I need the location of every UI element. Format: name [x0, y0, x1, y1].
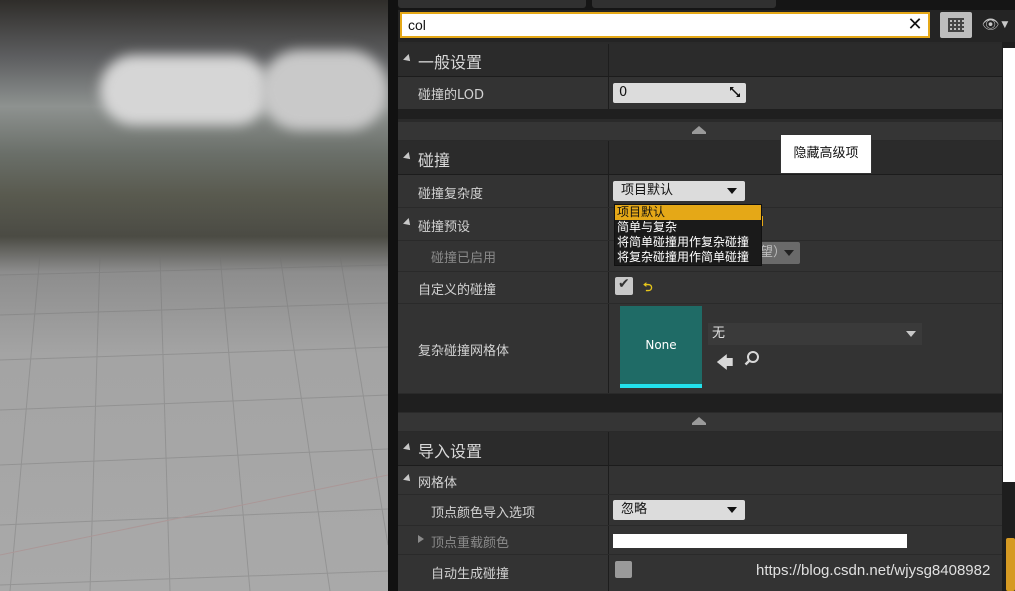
- view-options-button[interactable]: 👁 ▼: [976, 12, 1014, 38]
- tab-details[interactable]: [398, 0, 586, 8]
- viewport-car-left: [100, 55, 270, 125]
- column-splitter[interactable]: [608, 208, 609, 240]
- collision-complexity-dropdown: 项目默认 简单与复杂 将简单碰撞用作复杂碰撞 将复杂碰撞用作简单碰撞: [614, 204, 762, 266]
- thumbnail-label: None: [645, 338, 677, 352]
- category-label: 碰撞: [418, 151, 451, 170]
- property-label: 复杂碰撞网格体: [418, 344, 510, 359]
- scrollbar-thumb[interactable]: [1003, 48, 1015, 482]
- property-row-vertex-color-import: 顶点颜色导入选项 忽略: [398, 495, 1002, 525]
- search-input[interactable]: [408, 16, 888, 34]
- category-general[interactable]: 一般设置: [398, 44, 1002, 77]
- column-splitter[interactable]: [608, 141, 609, 174]
- column-splitter[interactable]: [608, 241, 609, 271]
- expand-advanced-icon: [692, 126, 706, 134]
- combo-value: 无: [712, 326, 726, 341]
- section-gap: [398, 109, 1002, 119]
- expand-advanced-icon: [692, 417, 706, 425]
- dropdown-option[interactable]: 将复杂碰撞用作简单碰撞: [615, 250, 761, 265]
- column-splitter[interactable]: [608, 495, 609, 525]
- custom-collision-checkbox[interactable]: [615, 276, 633, 295]
- property-matrix-button[interactable]: [940, 12, 972, 38]
- collapse-triangle-icon[interactable]: [403, 218, 413, 228]
- property-row-collision-complexity: 碰撞复杂度 项目默认: [398, 175, 1002, 207]
- chevron-down-icon: [784, 250, 794, 256]
- category-label: 导入设置: [418, 442, 483, 461]
- collision-complexity-combo[interactable]: 项目默认: [613, 181, 745, 201]
- search-box[interactable]: ✕: [400, 12, 930, 38]
- column-splitter[interactable]: [608, 432, 609, 465]
- vertex-override-color-swatch[interactable]: [613, 534, 907, 548]
- tab-world[interactable]: [592, 0, 776, 8]
- tooltip-text: 隐藏高级项: [793, 146, 859, 161]
- tab-strip: [398, 0, 1015, 10]
- collision-lod-input[interactable]: 0: [613, 83, 746, 103]
- column-splitter[interactable]: [608, 175, 609, 207]
- combo-value: 望）: [760, 245, 787, 260]
- advanced-toggle-bar[interactable]: [398, 413, 1002, 431]
- clear-search-icon[interactable]: ✕: [906, 15, 924, 35]
- dropdown-option[interactable]: 简单与复杂: [615, 220, 761, 235]
- collision-enabled-combo[interactable]: 望）: [760, 242, 800, 264]
- reset-to-default-icon[interactable]: ⮌: [643, 278, 653, 299]
- property-label: 顶点颜色导入选项: [431, 506, 536, 521]
- combo-value: 忽略: [621, 502, 648, 517]
- collapse-triangle-icon: [403, 443, 413, 453]
- property-label: 碰撞的LOD: [418, 88, 485, 103]
- advanced-toggle-bar[interactable]: [398, 122, 1002, 140]
- collision-mesh-thumbnail[interactable]: None: [620, 306, 702, 388]
- resize-arrows-icon: [730, 87, 740, 97]
- collision-mesh-asset-combo[interactable]: 无: [708, 323, 922, 345]
- eye-icon: 👁: [981, 17, 1000, 33]
- property-label: 碰撞已启用: [431, 251, 497, 266]
- chevron-down-icon: [727, 507, 737, 513]
- viewport-car-right: [260, 50, 388, 130]
- grid-icon: [948, 18, 964, 32]
- property-row-mesh-group: 网格体: [398, 466, 1002, 494]
- section-gap: [398, 394, 1002, 412]
- viewport-floor-grid: [0, 255, 388, 591]
- chevron-down-icon: [727, 188, 737, 194]
- expand-triangle-icon[interactable]: [418, 535, 424, 543]
- collapse-triangle-icon: [403, 54, 413, 64]
- level-viewport[interactable]: [0, 0, 388, 591]
- property-label: 自定义的碰撞: [418, 283, 497, 298]
- chevron-down-icon: [906, 331, 916, 337]
- property-label: 自动生成碰撞: [431, 567, 510, 582]
- browse-search-icon[interactable]: [744, 350, 760, 366]
- property-row-collision-lod: 碰撞的LOD 0: [398, 77, 1002, 109]
- column-splitter[interactable]: [608, 272, 609, 303]
- category-import[interactable]: 导入设置: [398, 432, 1002, 466]
- category-label: 一般设置: [418, 53, 483, 72]
- hide-advanced-tooltip: 隐藏高级项: [780, 134, 872, 174]
- panel-divider[interactable]: [388, 0, 398, 591]
- property-label: 顶点重载颜色: [431, 536, 510, 551]
- dropdown-option[interactable]: 将简单碰撞用作复杂碰撞: [615, 235, 761, 250]
- column-splitter[interactable]: [608, 555, 609, 591]
- dropdown-option[interactable]: 项目默认: [615, 205, 761, 220]
- auto-generate-collision-checkbox[interactable]: [615, 561, 632, 578]
- column-splitter[interactable]: [608, 466, 609, 494]
- collision-lod-value: 0: [619, 85, 628, 100]
- column-splitter[interactable]: [608, 304, 609, 393]
- collapse-triangle-icon: [403, 152, 413, 162]
- property-row-custom-collision: 自定义的碰撞 ⮌: [398, 272, 1002, 303]
- property-label: 网格体: [418, 476, 458, 491]
- details-panel: ✕ 👁▼ 一般设置 碰撞的LOD 0 碰撞: [398, 0, 1015, 591]
- vertex-color-import-combo[interactable]: 忽略: [613, 500, 745, 520]
- chevron-down-icon: ▼: [1001, 20, 1009, 30]
- column-splitter[interactable]: [608, 44, 609, 76]
- combo-value: 项目默认: [621, 183, 674, 198]
- property-label: 碰撞预设: [418, 220, 471, 235]
- column-splitter[interactable]: [608, 77, 609, 109]
- watermark-text: https://blog.csdn.net/wjysg8408982: [756, 562, 991, 579]
- category-collision[interactable]: 碰撞: [398, 141, 1002, 175]
- collapse-triangle-icon[interactable]: [403, 474, 413, 484]
- column-splitter[interactable]: [608, 526, 609, 554]
- use-selected-asset-icon[interactable]: 🡄: [716, 350, 734, 379]
- scrollbar-highlight[interactable]: [1006, 538, 1015, 591]
- property-label: 碰撞复杂度: [418, 187, 484, 202]
